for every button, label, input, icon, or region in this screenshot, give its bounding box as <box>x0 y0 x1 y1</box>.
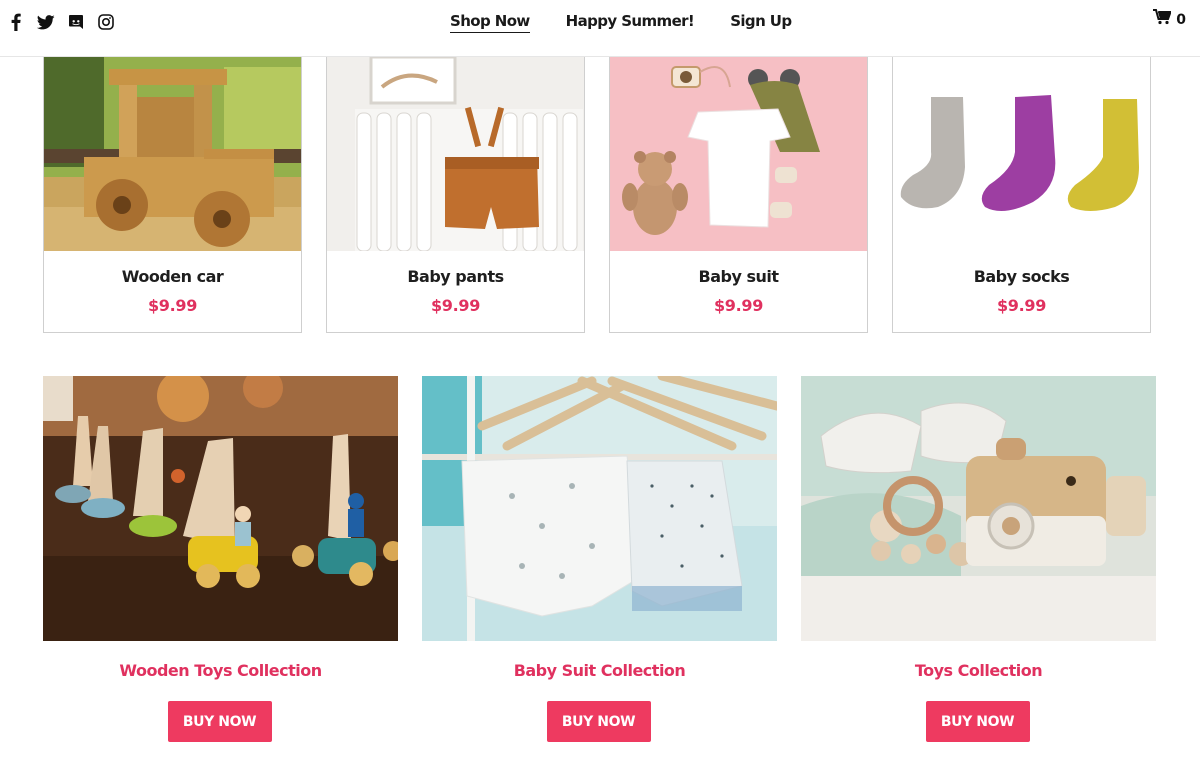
product-card-baby-suit[interactable]: Baby suit $9.99 <box>609 57 868 333</box>
product-image-wooden-car[interactable] <box>44 57 301 251</box>
collection-title[interactable]: Wooden Toys Collection <box>43 661 398 680</box>
product-grid: Wooden car $9.99 Baby pants $9.99 Baby s… <box>43 57 1152 333</box>
main-nav: Shop Now Happy Summer! Sign Up <box>450 12 792 33</box>
collection-title[interactable]: Toys Collection <box>801 661 1156 680</box>
buy-now-button[interactable]: BUY NOW <box>925 701 1030 742</box>
product-image-baby-suit[interactable] <box>610 57 867 251</box>
product-price: $9.99 <box>996 296 1047 315</box>
buy-now-button[interactable]: BUY NOW <box>546 701 651 742</box>
nav-happy-summer[interactable]: Happy Summer! <box>566 12 695 33</box>
collection-image-baby-suit[interactable] <box>422 376 777 641</box>
product-name[interactable]: Wooden car <box>44 267 301 286</box>
product-price: $9.99 <box>430 296 481 315</box>
discord-icon[interactable] <box>66 12 86 32</box>
product-name[interactable]: Baby pants <box>327 267 584 286</box>
product-card-baby-socks[interactable]: Baby socks $9.99 <box>892 57 1151 333</box>
collection-toys: Toys Collection BUY NOW <box>801 376 1156 746</box>
cart-button[interactable]: 0 <box>1153 9 1186 30</box>
product-price: $9.99 <box>713 296 764 315</box>
buy-now-button[interactable]: BUY NOW <box>167 701 272 742</box>
product-price: $9.99 <box>147 296 198 315</box>
product-image-baby-socks[interactable] <box>893 57 1150 251</box>
shopping-cart-icon <box>1153 9 1173 30</box>
nav-sign-up[interactable]: Sign Up <box>730 12 792 33</box>
cart-count: 0 <box>1176 11 1186 28</box>
collection-image-wooden-toys[interactable] <box>43 376 398 641</box>
collection-image-toys[interactable] <box>801 376 1156 641</box>
site-header: Shop Now Happy Summer! Sign Up 0 <box>0 0 1200 57</box>
product-image-baby-pants[interactable] <box>327 57 584 251</box>
product-card-wooden-car[interactable]: Wooden car $9.99 <box>43 57 302 333</box>
facebook-icon[interactable] <box>6 12 26 32</box>
collection-title[interactable]: Baby Suit Collection <box>422 661 777 680</box>
twitter-icon[interactable] <box>36 12 56 32</box>
instagram-icon[interactable] <box>96 12 116 32</box>
nav-shop-now[interactable]: Shop Now <box>450 12 530 33</box>
collection-baby-suit: Baby Suit Collection BUY NOW <box>422 376 777 746</box>
social-links <box>6 12 116 32</box>
collection-wooden-toys: Wooden Toys Collection BUY NOW <box>43 376 398 746</box>
product-name[interactable]: Baby suit <box>610 267 867 286</box>
product-card-baby-pants[interactable]: Baby pants $9.99 <box>326 57 585 333</box>
product-name[interactable]: Baby socks <box>893 267 1150 286</box>
